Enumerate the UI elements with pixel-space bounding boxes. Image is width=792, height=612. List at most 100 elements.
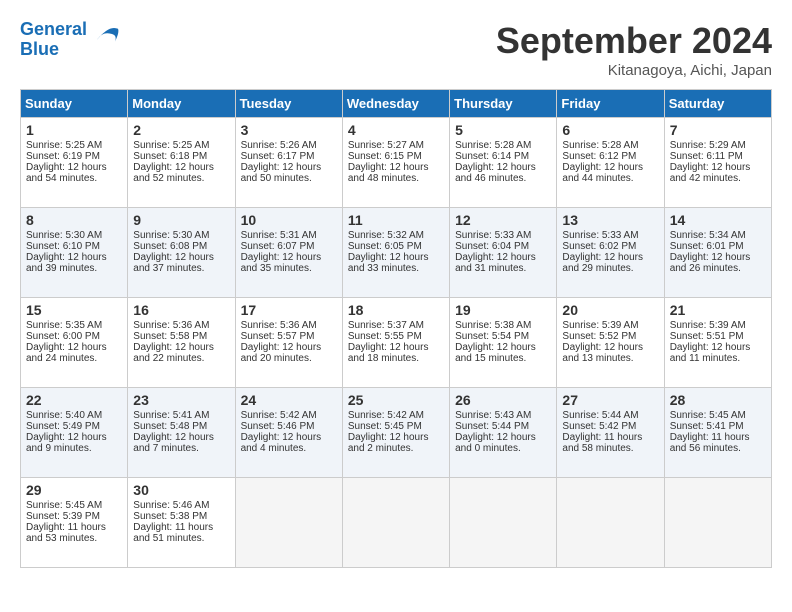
sunset-text: Sunset: 6:01 PM: [670, 241, 766, 252]
logo-bird-icon: [91, 25, 121, 55]
sunrise-text: Sunrise: 5:28 AM: [562, 140, 658, 151]
page-header: GeneralBlue September 2024 Kitanagoya, A…: [20, 20, 772, 79]
calendar-cell: 11Sunrise: 5:32 AMSunset: 6:05 PMDayligh…: [342, 208, 449, 298]
sunrise-text: Sunrise: 5:36 AM: [133, 320, 229, 331]
sunrise-text: Sunrise: 5:25 AM: [133, 140, 229, 151]
sunrise-text: Sunrise: 5:33 AM: [562, 230, 658, 241]
sunrise-text: Sunrise: 5:36 AM: [241, 320, 337, 331]
sunrise-text: Sunrise: 5:30 AM: [133, 230, 229, 241]
daylight-text: Daylight: 12 hours and 2 minutes.: [348, 432, 444, 454]
daylight-text: Daylight: 12 hours and 48 minutes.: [348, 162, 444, 184]
sunset-text: Sunset: 6:11 PM: [670, 151, 766, 162]
calendar-cell: 22Sunrise: 5:40 AMSunset: 5:49 PMDayligh…: [21, 388, 128, 478]
sunset-text: Sunset: 6:17 PM: [241, 151, 337, 162]
sunrise-text: Sunrise: 5:27 AM: [348, 140, 444, 151]
day-number: 2: [133, 122, 229, 138]
calendar-cell: 25 Sunrise: 5:42 AMSunset: 5:45 PMDayligh…: [342, 388, 449, 478]
sunset-text: Sunset: 5:41 PM: [670, 421, 766, 432]
sunset-text: Sunset: 6:15 PM: [348, 151, 444, 162]
calendar-cell: 15Sunrise: 5:35 AMSunset: 6:00 PMDayligh…: [21, 298, 128, 388]
daylight-text: Daylight: 11 hours and 58 minutes.: [562, 432, 658, 454]
calendar-cell: 2 Sunrise: 5:25 AMSunset: 6:18 PMDaylight…: [128, 118, 235, 208]
weekday-header-row: SundayMondayTuesdayWednesdayThursdayFrid…: [21, 90, 772, 118]
sunset-text: Sunset: 6:02 PM: [562, 241, 658, 252]
sunrise-text: Sunrise: 5:30 AM: [26, 230, 122, 241]
calendar-week-row: 8Sunrise: 5:30 AMSunset: 6:10 PMDaylight…: [21, 208, 772, 298]
daylight-text: Daylight: 12 hours and 18 minutes.: [348, 342, 444, 364]
sunset-text: Sunset: 5:49 PM: [26, 421, 122, 432]
sunset-text: Sunset: 5:48 PM: [133, 421, 229, 432]
sunset-text: Sunset: 5:57 PM: [241, 331, 337, 342]
daylight-text: Daylight: 12 hours and 29 minutes.: [562, 252, 658, 274]
logo-text: GeneralBlue: [20, 20, 87, 60]
day-number: 13: [562, 212, 658, 228]
sunrise-text: Sunrise: 5:38 AM: [455, 320, 551, 331]
calendar-cell: [664, 478, 771, 568]
calendar-table: SundayMondayTuesdayWednesdayThursdayFrid…: [20, 89, 772, 568]
day-number: 28: [670, 392, 766, 408]
weekday-header-saturday: Saturday: [664, 90, 771, 118]
sunset-text: Sunset: 6:10 PM: [26, 241, 122, 252]
sunset-text: Sunset: 6:05 PM: [348, 241, 444, 252]
sunrise-text: Sunrise: 5:32 AM: [348, 230, 444, 241]
sunset-text: Sunset: 5:55 PM: [348, 331, 444, 342]
sunrise-text: Sunrise: 5:45 AM: [26, 500, 122, 511]
day-number: 19: [455, 302, 551, 318]
calendar-cell: [557, 478, 664, 568]
calendar-cell: 29Sunrise: 5:45 AMSunset: 5:39 PMDayligh…: [21, 478, 128, 568]
month-title: September 2024: [496, 20, 772, 62]
calendar-cell: 7Sunrise: 5:29 AMSunset: 6:11 PMDaylight…: [664, 118, 771, 208]
sunset-text: Sunset: 6:18 PM: [133, 151, 229, 162]
sunrise-text: Sunrise: 5:46 AM: [133, 500, 229, 511]
day-number: 6: [562, 122, 658, 138]
sunset-text: Sunset: 5:42 PM: [562, 421, 658, 432]
weekday-header-friday: Friday: [557, 90, 664, 118]
calendar-cell: [342, 478, 449, 568]
sunrise-text: Sunrise: 5:45 AM: [670, 410, 766, 421]
day-number: 14: [670, 212, 766, 228]
day-number: 22: [26, 392, 122, 408]
calendar-week-row: 22Sunrise: 5:40 AMSunset: 5:49 PMDayligh…: [21, 388, 772, 478]
calendar-cell: 3Sunrise: 5:26 AMSunset: 6:17 PMDaylight…: [235, 118, 342, 208]
sunrise-text: Sunrise: 5:42 AM: [241, 410, 337, 421]
daylight-text: Daylight: 11 hours and 56 minutes.: [670, 432, 766, 454]
day-number: 25: [348, 392, 444, 408]
daylight-text: Daylight: 12 hours and 37 minutes.: [133, 252, 229, 274]
calendar-cell: 16Sunrise: 5:36 AMSunset: 5:58 PMDayligh…: [128, 298, 235, 388]
day-number: 8: [26, 212, 122, 228]
weekday-header-tuesday: Tuesday: [235, 90, 342, 118]
daylight-text: Daylight: 12 hours and 46 minutes.: [455, 162, 551, 184]
weekday-header-sunday: Sunday: [21, 90, 128, 118]
sunset-text: Sunset: 5:52 PM: [562, 331, 658, 342]
day-number: 30: [133, 482, 229, 498]
calendar-cell: 4Sunrise: 5:27 AMSunset: 6:15 PMDaylight…: [342, 118, 449, 208]
day-number: 20: [562, 302, 658, 318]
calendar-cell: [235, 478, 342, 568]
daylight-text: Daylight: 12 hours and 4 minutes.: [241, 432, 337, 454]
sunrise-text: Sunrise: 5:35 AM: [26, 320, 122, 331]
calendar-cell: 9Sunrise: 5:30 AMSunset: 6:08 PMDaylight…: [128, 208, 235, 298]
weekday-header-thursday: Thursday: [450, 90, 557, 118]
daylight-text: Daylight: 12 hours and 54 minutes.: [26, 162, 122, 184]
title-block: September 2024 Kitanagoya, Aichi, Japan: [496, 20, 772, 79]
daylight-text: Daylight: 12 hours and 35 minutes.: [241, 252, 337, 274]
sunset-text: Sunset: 6:19 PM: [26, 151, 122, 162]
sunrise-text: Sunrise: 5:44 AM: [562, 410, 658, 421]
sunset-text: Sunset: 5:45 PM: [348, 421, 444, 432]
sunrise-text: Sunrise: 5:42 AM: [348, 410, 444, 421]
calendar-cell: 18Sunrise: 5:37 AMSunset: 5:55 PMDayligh…: [342, 298, 449, 388]
sunrise-text: Sunrise: 5:28 AM: [455, 140, 551, 151]
day-number: 29: [26, 482, 122, 498]
daylight-text: Daylight: 12 hours and 52 minutes.: [133, 162, 229, 184]
calendar-cell: 23Sunrise: 5:41 AMSunset: 5:48 PMDayligh…: [128, 388, 235, 478]
daylight-text: Daylight: 12 hours and 39 minutes.: [26, 252, 122, 274]
day-number: 7: [670, 122, 766, 138]
calendar-cell: 12Sunrise: 5:33 AMSunset: 6:04 PMDayligh…: [450, 208, 557, 298]
daylight-text: Daylight: 12 hours and 9 minutes.: [26, 432, 122, 454]
daylight-text: Daylight: 12 hours and 42 minutes.: [670, 162, 766, 184]
day-number: 5: [455, 122, 551, 138]
sunset-text: Sunset: 6:00 PM: [26, 331, 122, 342]
calendar-cell: 17Sunrise: 5:36 AMSunset: 5:57 PMDayligh…: [235, 298, 342, 388]
calendar-cell: 21Sunrise: 5:39 AMSunset: 5:51 PMDayligh…: [664, 298, 771, 388]
sunset-text: Sunset: 5:38 PM: [133, 511, 229, 522]
